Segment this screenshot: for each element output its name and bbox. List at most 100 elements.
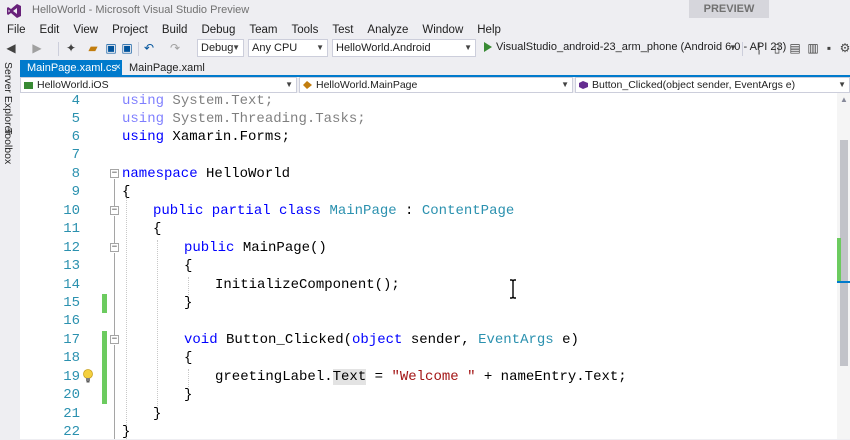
save-icon[interactable]: ▣	[104, 41, 118, 55]
chevron-down-icon: ▼	[232, 43, 240, 52]
menu-team[interactable]: Team	[242, 22, 284, 38]
menu-help[interactable]: Help	[470, 22, 508, 38]
startup-project-dropdown[interactable]: HelloWorld.Android ▼	[332, 39, 476, 57]
line-number: 18	[63, 350, 80, 366]
preview-badge: PREVIEW	[689, 0, 769, 18]
keyword-token: using	[122, 111, 165, 127]
code-token: e)	[553, 332, 579, 348]
tab-mainpage-xaml-cs[interactable]: MainPage.xaml.cs ×	[20, 60, 122, 76]
new-project-icon[interactable]: ✦	[64, 41, 78, 55]
server-explorer-tab[interactable]: Server Explorer	[2, 62, 14, 135]
device-icon[interactable]: ▯	[770, 41, 784, 55]
navigate-back-icon[interactable]: ◀	[4, 41, 18, 55]
code-line: greetingLabel.Text = "Welcome " + nameEn…	[215, 369, 627, 385]
line-number: 7	[71, 147, 80, 163]
type-dropdown[interactable]: HelloWorld.MainPage ▼	[299, 77, 573, 93]
configuration-value: Debug	[201, 42, 234, 54]
change-marker	[102, 331, 107, 404]
line-number: 12	[63, 240, 80, 256]
ios-device-icon[interactable]: ▪	[822, 41, 836, 55]
navigation-bar: HelloWorld.iOS ▼ HelloWorld.MainPage ▼ B…	[20, 77, 850, 93]
project-value: HelloWorld.iOS	[37, 79, 109, 91]
run-icon[interactable]	[484, 42, 492, 52]
highlighted-token: Text	[332, 369, 367, 385]
scrollbar-change-marker	[837, 238, 841, 282]
collapse-constructor-toggle[interactable]: −	[110, 243, 119, 252]
menu-debug[interactable]: Debug	[194, 22, 242, 38]
type-value: HelloWorld.MainPage	[316, 79, 418, 91]
line-number: 6	[71, 129, 80, 145]
text-cursor-icon	[510, 279, 516, 299]
toolbar-separator	[58, 42, 59, 56]
collapse-class-toggle[interactable]: −	[110, 206, 119, 215]
standard-toolbar: ◀ ▶ ✦ ▰ ▣ ▣ ↶ ↷ Debug ▼ Any CPU ▼ HelloW…	[0, 38, 850, 60]
indent-guide	[188, 369, 189, 387]
menu-project[interactable]: Project	[105, 22, 155, 38]
code-line: }	[122, 424, 131, 440]
code-token: System.Text;	[164, 93, 274, 109]
code-line: InitializeComponent();	[215, 277, 400, 293]
line-number: 20	[63, 387, 80, 403]
chevron-down-icon: ▼	[561, 80, 569, 89]
code-token: =	[366, 369, 392, 385]
android-sdk-icon[interactable]: ▤	[788, 41, 802, 55]
code-line: }	[184, 387, 193, 403]
collapse-method-toggle[interactable]: −	[110, 335, 119, 344]
open-file-icon[interactable]: ▰	[86, 41, 100, 55]
settings-icon[interactable]: ⚙	[838, 41, 850, 55]
project-icon	[24, 82, 33, 89]
configuration-dropdown[interactable]: Debug ▼	[197, 39, 244, 57]
menu-build[interactable]: Build	[155, 22, 195, 38]
line-number: 16	[63, 313, 80, 329]
keyword-token: using	[122, 129, 165, 145]
code-token: MainPage()	[234, 240, 327, 256]
menu-bar: File Edit View Project Build Debug Team …	[0, 22, 850, 38]
redo-icon[interactable]: ↷	[168, 41, 182, 55]
toolbox-tab[interactable]: Toolbox	[2, 128, 14, 164]
title-bar: HelloWorld - Microsoft Visual Studio Pre…	[0, 0, 850, 22]
outline-line	[114, 345, 115, 439]
startup-project-value: HelloWorld.Android	[336, 42, 431, 54]
string-token: "Welcome "	[391, 369, 476, 385]
menu-view[interactable]: View	[66, 22, 105, 38]
indent-guide	[188, 277, 189, 295]
menu-file[interactable]: File	[0, 22, 33, 38]
window-title: HelloWorld - Microsoft Visual Studio Pre…	[32, 4, 250, 16]
code-line: public MainPage()	[184, 240, 327, 256]
menu-tools[interactable]: Tools	[284, 22, 325, 38]
save-all-icon[interactable]: ▣	[120, 41, 134, 55]
menu-edit[interactable]: Edit	[33, 22, 67, 38]
line-number: 8	[71, 166, 80, 182]
chevron-down-icon[interactable]: ▼	[726, 41, 740, 55]
menu-analyze[interactable]: Analyze	[360, 22, 415, 38]
keyword-token: namespace	[122, 166, 198, 182]
menu-test[interactable]: Test	[325, 22, 360, 38]
type-token: EventArgs	[478, 332, 554, 348]
undo-icon[interactable]: ↶	[142, 41, 156, 55]
line-number: 14	[63, 277, 80, 293]
code-token: Xamarin.Forms;	[164, 129, 291, 145]
line-number: 21	[63, 406, 80, 422]
close-icon[interactable]: ×	[115, 60, 121, 76]
scrollbar-thumb[interactable]	[840, 140, 848, 366]
menu-window[interactable]: Window	[415, 22, 470, 38]
type-token: MainPage	[329, 203, 397, 219]
scroll-up-icon[interactable]: ▲	[840, 95, 848, 104]
project-dropdown[interactable]: HelloWorld.iOS ▼	[20, 77, 297, 93]
line-number: 4	[71, 93, 80, 109]
visual-studio-logo-icon	[7, 4, 21, 18]
collapse-namespace-toggle[interactable]: −	[110, 169, 119, 178]
class-icon	[303, 81, 312, 89]
member-dropdown[interactable]: Button_Clicked(object sender, EventArgs …	[575, 77, 850, 93]
code-line: void Button_Clicked(object sender, Event…	[184, 332, 579, 348]
tab-mainpage-xaml[interactable]: MainPage.xaml	[122, 60, 222, 76]
lightbulb-icon[interactable]	[82, 369, 94, 383]
chevron-down-icon: ▼	[464, 43, 472, 52]
code-line: }	[153, 406, 162, 422]
keyword-token: object	[352, 332, 403, 348]
emulator-icon[interactable]: ▥	[806, 41, 820, 55]
platform-dropdown[interactable]: Any CPU ▼	[248, 39, 328, 57]
navigate-forward-icon[interactable]: ▶	[30, 41, 44, 55]
xamarin-icon[interactable]: ¦	[752, 41, 766, 55]
side-panel: Server Explorer Toolbox	[0, 60, 16, 439]
